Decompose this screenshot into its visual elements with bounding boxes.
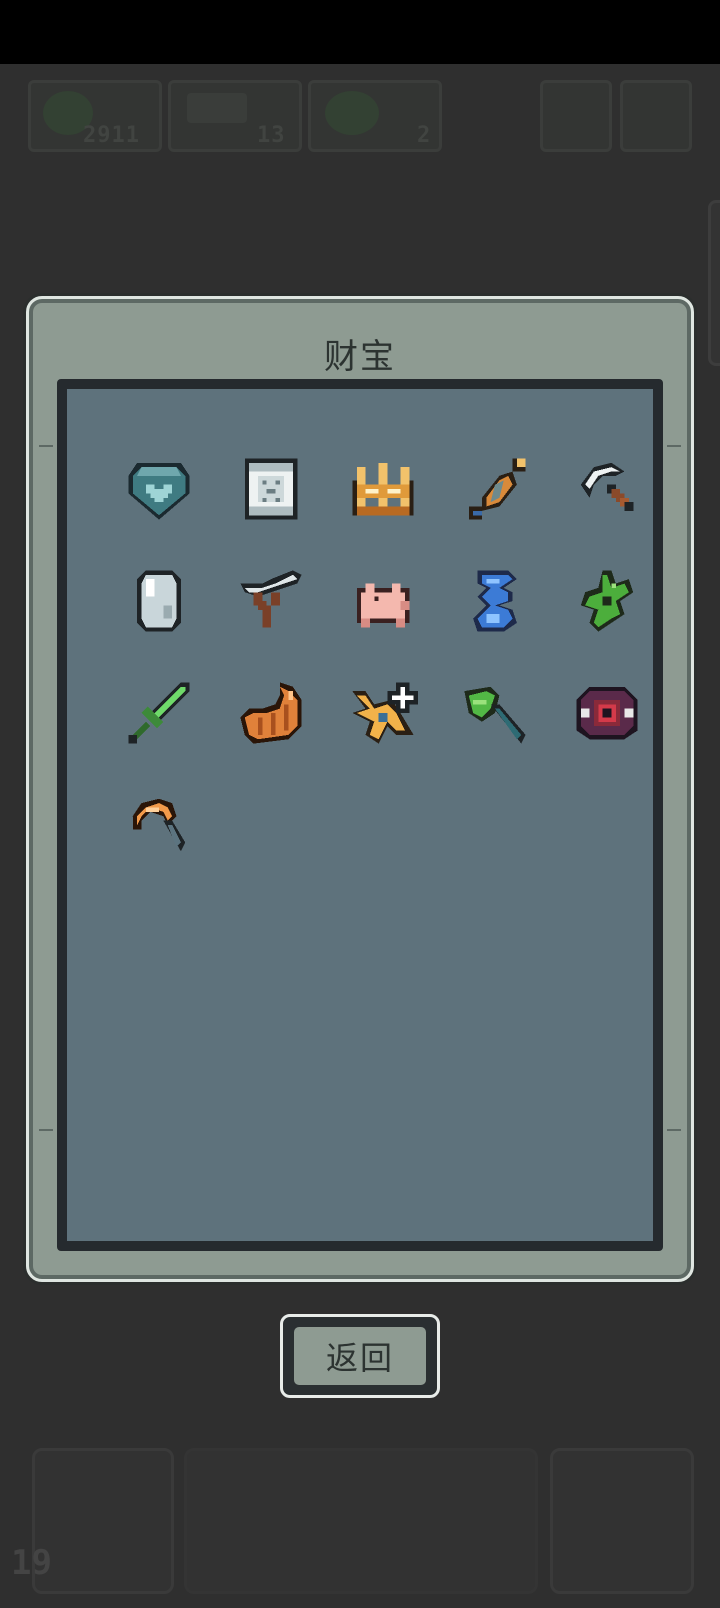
bottom-slot-left: 19 [11,1448,174,1594]
leaf-axe-icon [464,686,526,744]
treasure-slot[interactable] [551,545,663,657]
golden-crown-icon [352,462,414,516]
orange-hook-icon [132,798,186,852]
crystal-egg-icon [137,570,181,632]
treasure-slot[interactable] [103,545,215,657]
treasure-slot[interactable] [551,433,663,545]
treasure-slot[interactable] [103,769,215,881]
coin-counter-slot: 2911 [28,80,162,152]
treasure-slot[interactable] [215,433,327,545]
croissant-icon [240,682,302,744]
treasure-slot[interactable] [439,545,551,657]
return-button-label: 返回 [294,1327,426,1385]
menu-button-bg [540,80,612,152]
material-count: 13 [257,123,286,148]
scroll-icon [244,458,298,520]
gem-counter-slot: 2 [308,80,442,152]
gem-count: 2 [417,123,432,148]
status-bar [0,0,720,64]
slingshot-icon [240,570,302,628]
green-sword-icon [128,682,190,744]
treasure-slot[interactable] [103,433,215,545]
side-tab-bg [708,200,720,366]
piggy-bank-icon [356,583,410,628]
bottom-slot-center [184,1448,538,1594]
heart-gem-icon [128,462,190,520]
treasure-dialog: 财宝 [26,296,694,1282]
level-count: 19 [11,1543,52,1583]
dialog-title: 财宝 [324,337,396,377]
star-bone-plus-icon [352,682,418,744]
blue-genie-bottle-icon [473,570,517,632]
treasure-slot[interactable] [551,657,663,769]
red-eye-trap-icon [576,686,638,740]
material-counter-slot: 13 [168,80,302,152]
treasure-slot[interactable] [439,657,551,769]
treasure-slot[interactable] [215,545,327,657]
treasure-slot[interactable] [215,657,327,769]
treasure-panel [57,379,663,1251]
return-button[interactable]: 返回 [280,1314,440,1398]
settings-button-bg [620,80,692,152]
treasure-grid [103,433,663,881]
treasure-slot[interactable] [327,657,439,769]
treasure-slot[interactable] [327,545,439,657]
bottom-slot-right [550,1448,694,1594]
coin-count: 2911 [83,123,140,148]
green-sprout-icon [580,570,634,632]
treasure-slot[interactable] [327,433,439,545]
pickaxe-icon [580,462,634,511]
treasure-slot[interactable] [439,433,551,545]
seed-pod-icon [468,458,526,520]
treasure-slot[interactable] [103,657,215,769]
